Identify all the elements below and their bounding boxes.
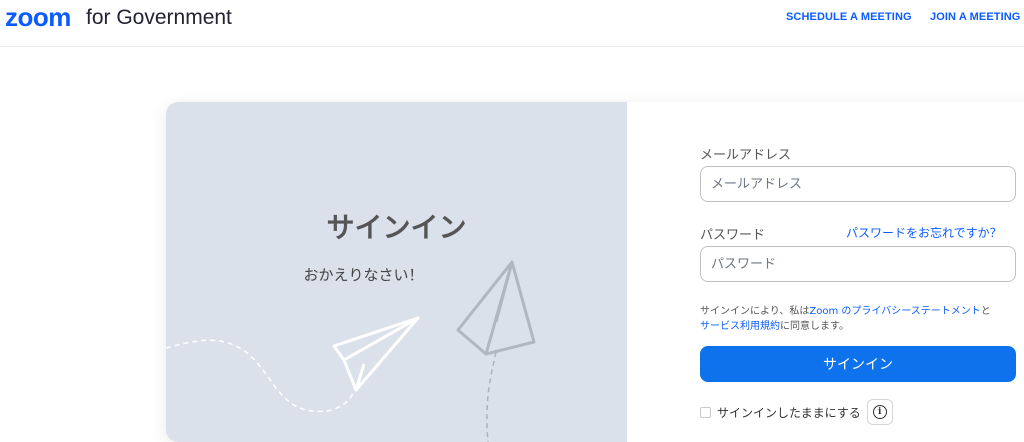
terms-prefix: サインインにより、私は	[700, 306, 810, 317]
flight-trail	[166, 339, 357, 413]
logo-suffix: for Government	[86, 6, 232, 29]
forgot-password-link[interactable]: パスワードをお忘れですか？	[846, 224, 1002, 241]
info-button[interactable]: i	[866, 399, 893, 425]
stay-signed-in-label[interactable]: サインインしたままにする	[717, 404, 861, 421]
terms-of-service-link[interactable]: サービス利用規約	[700, 321, 780, 332]
email-label: メールアドレス	[700, 148, 792, 163]
flight-trail	[486, 351, 497, 442]
schedule-meeting-link[interactable]: SCHEDULE A MEETING	[786, 11, 912, 23]
paper-plane-icon	[332, 316, 420, 392]
signin-hero-panel: サインイン おかえりなさい！	[166, 102, 627, 442]
password-label: パスワード	[700, 228, 766, 243]
terms-text: サインインにより、私はZoom のプライバシーステートメントとサービス利用規約に…	[700, 304, 1022, 334]
terms-mid: と	[980, 306, 991, 317]
privacy-statement-link[interactable]: Zoom のプライバシーステートメント	[809, 306, 980, 317]
hero-subtitle: おかえりなさい！	[303, 266, 424, 284]
join-meeting-link[interactable]: JOIN A MEETING	[930, 11, 1020, 23]
email-field[interactable]	[700, 166, 1016, 202]
top-header: zoom for Government SCHEDULE A MEETING J…	[0, 0, 1024, 47]
password-field[interactable]	[700, 246, 1016, 282]
signin-button[interactable]: サインイン	[700, 346, 1016, 382]
stay-signed-in-checkbox[interactable]	[700, 406, 711, 418]
terms-suffix: に同意します。	[780, 321, 849, 332]
hero-title: サインイン	[326, 211, 467, 244]
zoom-logo[interactable]: zoom	[5, 2, 71, 32]
info-icon: i	[872, 405, 887, 419]
stay-signed-in-row: サインインしたままにする i	[700, 399, 893, 425]
